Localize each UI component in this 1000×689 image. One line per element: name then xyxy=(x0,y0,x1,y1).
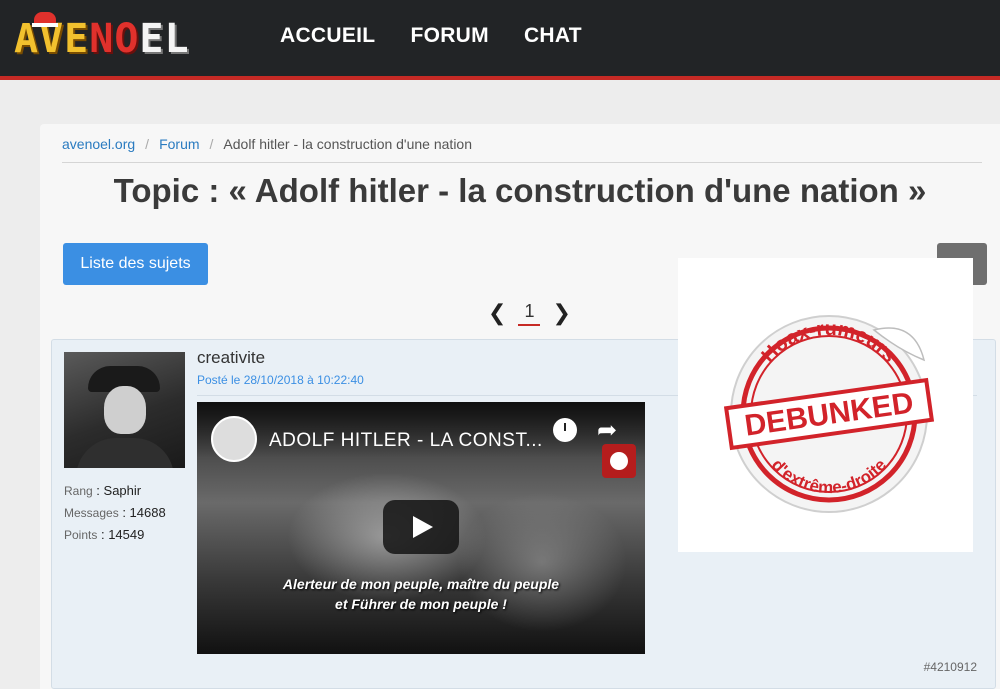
video-subtitle: Alerteur de mon peuple, maître du peuple… xyxy=(197,574,645,614)
watch-later-icon[interactable] xyxy=(553,418,577,442)
share-icon[interactable]: ➦ xyxy=(597,416,617,445)
divider xyxy=(62,162,982,163)
page-title: Topic : « Adolf hitler - la construction… xyxy=(113,172,927,209)
next-page-icon[interactable]: ❯ xyxy=(552,300,570,326)
embedded-video[interactable]: ADOLF HITLER - LA CONST... ➦ Alerteur de… xyxy=(197,402,645,654)
user-stats: Rang : Saphir Messages : 14688 Points : … xyxy=(64,480,166,546)
points-value: 14549 xyxy=(108,527,145,542)
prev-page-icon[interactable]: ❮ xyxy=(488,300,506,326)
channel-avatar-icon[interactable] xyxy=(211,416,257,462)
nav-forum[interactable]: FORUM xyxy=(410,24,489,48)
current-page[interactable]: 1 xyxy=(518,301,541,326)
avenoel-logo[interactable]: AVE NO EL xyxy=(14,12,190,62)
nav-chat[interactable]: CHAT xyxy=(524,24,582,48)
nav-accueil[interactable]: ACCUEIL xyxy=(280,24,375,48)
rank-label: Rang xyxy=(64,484,93,498)
rank-row: Rang : Saphir xyxy=(64,483,142,498)
breadcrumb-forum[interactable]: Forum xyxy=(159,136,199,152)
rank-value: Saphir xyxy=(103,483,142,498)
debunked-stamp: Hoax-rumeurs DEBUNKED d'extrême-droite xyxy=(724,315,934,513)
main-nav: ACCUEIL FORUM CHAT xyxy=(280,24,582,48)
top-bar: AVE NO EL ACCUEIL FORUM CHAT xyxy=(0,0,1000,80)
topic-list-button[interactable]: Liste des sujets xyxy=(63,243,208,285)
breadcrumb-separator: / xyxy=(145,136,150,152)
post-timestamp[interactable]: Posté le 28/10/2018 à 10:22:40 xyxy=(197,373,364,387)
debunked-sticker-overlay: Hoax-rumeurs DEBUNKED d'extrême-droite xyxy=(678,258,973,552)
messages-row: Messages : 14688 xyxy=(64,505,166,520)
subtitle-line2: et Führer de mon peuple ! xyxy=(335,596,507,612)
coat-shape xyxy=(76,438,174,468)
swastika-flag-icon xyxy=(602,444,636,478)
messages-label: Messages xyxy=(64,506,119,520)
santa-hat-icon xyxy=(32,12,58,27)
post-author[interactable]: creativite xyxy=(197,348,265,368)
points-row: Points : 14549 xyxy=(64,527,145,542)
logo-text-part2: NO xyxy=(89,16,140,62)
logo-text-part3: EL xyxy=(139,16,190,62)
avatar[interactable] xyxy=(64,352,185,468)
breadcrumb-home[interactable]: avenoel.org xyxy=(62,136,135,152)
breadcrumb-separator: / xyxy=(209,136,214,152)
video-title[interactable]: ADOLF HITLER - LA CONST... xyxy=(269,430,543,452)
subtitle-line1: Alerteur de mon peuple, maître du peuple xyxy=(282,576,560,592)
breadcrumb: avenoel.org / Forum / Adolf hitler - la … xyxy=(62,136,472,152)
post-id[interactable]: #4210912 xyxy=(924,660,977,674)
pagination: ❮ 1 ❯ xyxy=(488,300,571,326)
points-label: Points xyxy=(64,528,98,542)
messages-value: 14688 xyxy=(129,505,166,520)
face-shape xyxy=(104,386,146,434)
breadcrumb-current: Adolf hitler - la construction d'une nat… xyxy=(223,136,473,152)
play-button[interactable] xyxy=(383,500,459,554)
